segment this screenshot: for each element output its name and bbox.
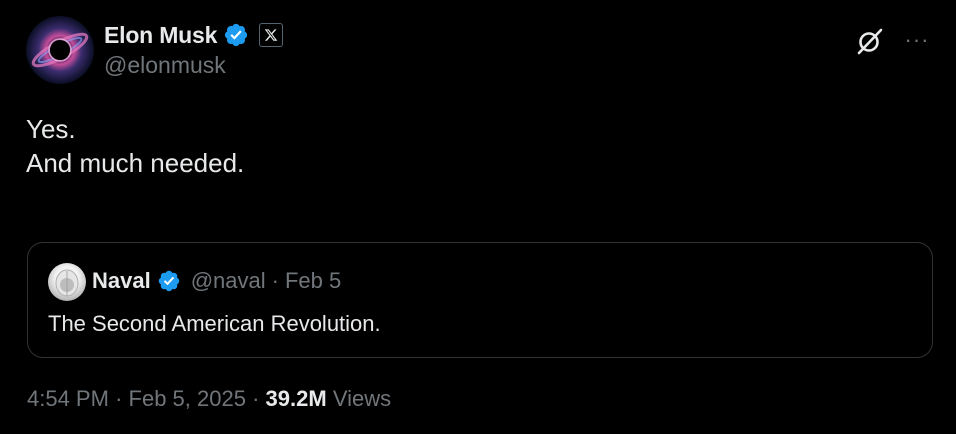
views-count[interactable]: 39.2M <box>266 386 327 412</box>
quoted-tweet-card[interactable]: Naval @naval · Feb 5 The Second American… <box>27 242 933 358</box>
quoted-date[interactable]: Feb 5 <box>285 268 341 294</box>
tweet-footer: 4:54 PM · Feb 5, 2025 · 39.2M Views <box>27 386 391 412</box>
quoted-author-avatar[interactable] <box>48 263 86 301</box>
meta-separator: · <box>271 268 279 293</box>
x-logo-icon[interactable] <box>259 23 284 47</box>
quoted-handle[interactable]: @naval <box>191 268 266 294</box>
tweet-text-line: And much needed. <box>26 148 245 178</box>
author-name-row: Elon Musk <box>104 20 284 50</box>
black-hole-avatar-icon <box>31 32 89 68</box>
more-horizontal-icon[interactable]: ··· <box>904 27 930 52</box>
verified-badge-icon[interactable] <box>157 269 181 293</box>
meta-separator: · <box>252 386 260 411</box>
helmet-avatar-icon <box>55 269 79 297</box>
tweet-text-line: Yes. <box>26 114 76 144</box>
verified-badge-icon[interactable] <box>223 22 249 48</box>
meta-separator: · <box>115 386 123 411</box>
tweet-date[interactable]: Feb 5, 2025 <box>129 386 246 412</box>
quoted-tweet-text: The Second American Revolution. <box>48 311 381 336</box>
quoted-display-name[interactable]: Naval <box>92 268 151 294</box>
tweet: Elon Musk @elonmusk ··· Yes. And much ne… <box>0 0 956 434</box>
tweet-time[interactable]: 4:54 PM <box>27 386 109 412</box>
quoted-author-row: Naval @naval · Feb 5 <box>92 267 341 295</box>
author-avatar[interactable] <box>26 16 94 84</box>
author-handle[interactable]: @elonmusk <box>104 52 226 79</box>
author-display-name[interactable]: Elon Musk <box>104 22 217 49</box>
grok-icon[interactable] <box>855 26 885 56</box>
views-label[interactable]: Views <box>333 386 391 412</box>
tweet-text: Yes. And much needed. <box>26 112 244 180</box>
